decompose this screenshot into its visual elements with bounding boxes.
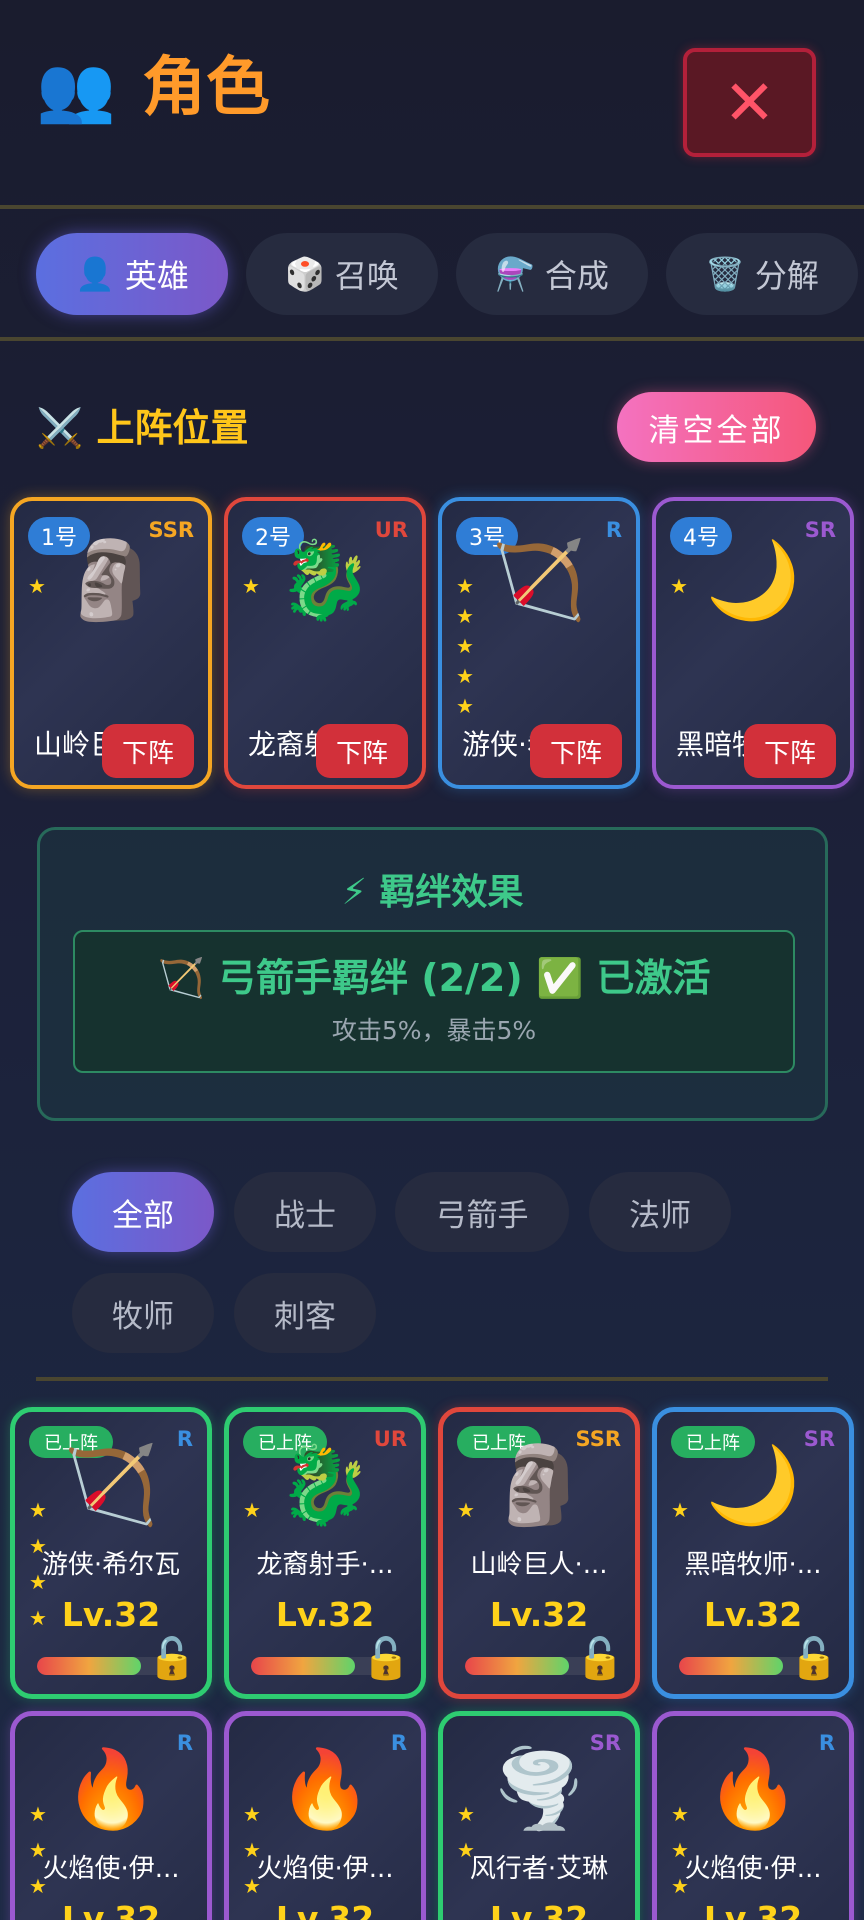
header: 👥 角色 ✕	[0, 0, 864, 205]
dice-icon: 🎲	[285, 255, 325, 293]
page-title: 角色	[142, 51, 270, 125]
star-rating: ★ ★ ★ ★ ★	[456, 571, 474, 721]
tab-heroes[interactable]: 👤 英雄	[36, 233, 228, 315]
lineup-slot[interactable]: 4号 SR 🌙 ★ 黑暗牧师·... 下阵	[652, 497, 854, 789]
hero-level: Lv.32	[275, 1899, 375, 1920]
filter-priest[interactable]: 牧师	[72, 1273, 214, 1353]
star-icon: ★	[242, 574, 260, 598]
trash-icon: 🗑️	[705, 255, 745, 293]
person-icon: 👤	[75, 255, 115, 293]
filter-all[interactable]: 全部	[72, 1172, 214, 1252]
star-icon: ★	[243, 1802, 261, 1826]
star-icon: ★	[671, 1498, 689, 1522]
hero-name: 火焰使·伊...	[256, 1854, 394, 1884]
clear-all-button[interactable]: 清空全部	[617, 392, 816, 462]
hero-card[interactable]: 已上阵 UR 🐉 ★ 龙裔射手·... Lv.32 🔓	[224, 1407, 426, 1699]
hero-card[interactable]: R 🔥 ★ ★ ★ 火焰使·伊... Lv.32	[224, 1711, 426, 1920]
remove-from-lineup-button[interactable]: 下阵	[744, 724, 836, 778]
star-icon: ★	[456, 634, 474, 658]
star-rating: ★	[28, 571, 46, 601]
unlock-icon[interactable]: 🔓	[361, 1634, 411, 1684]
flask-icon: ⚗️	[495, 255, 535, 293]
star-icon: ★	[243, 1498, 261, 1522]
bond-item: 🏹 弓箭手羁绊 (2/2) ✅ 已激活 攻击5%，暴击5%	[73, 930, 795, 1073]
hero-name: 游侠·希尔瓦	[41, 1550, 181, 1580]
tabs-divider	[0, 337, 864, 341]
lineup-slot[interactable]: 2号 UR 🐉 ★ 龙裔射手·... 下阵	[224, 497, 426, 789]
hero-card[interactable]: 已上阵 SSR 🗿 ★ 山岭巨人·... Lv.32 🔓	[438, 1407, 640, 1699]
bond-panel: ⚡ 羁绊效果 🏹 弓箭手羁绊 (2/2) ✅ 已激活 攻击5%，暴击5%	[37, 827, 828, 1121]
star-icon: ★	[457, 1802, 475, 1826]
hero-card[interactable]: R 🔥 ★ ★ ★ 火焰使·伊... Lv.32	[10, 1711, 212, 1920]
users-icon: 👥	[36, 53, 116, 127]
filter-archer[interactable]: 弓箭手	[395, 1172, 569, 1252]
exp-fill	[37, 1657, 141, 1675]
filter-mage[interactable]: 法师	[589, 1172, 731, 1252]
remove-from-lineup-button[interactable]: 下阵	[102, 724, 194, 778]
hero-name: 黑暗牧师·...	[684, 1550, 822, 1580]
close-icon: ✕	[723, 65, 776, 139]
tab-label: 合成	[544, 257, 609, 295]
tab-label: 英雄	[124, 257, 189, 295]
exp-fill	[679, 1657, 783, 1675]
star-icon: ★	[456, 604, 474, 628]
tab-label: 召唤	[334, 257, 399, 295]
star-icon: ★	[28, 574, 46, 598]
star-icon: ★	[671, 1802, 689, 1826]
star-icon: ★	[670, 574, 688, 598]
unlock-icon[interactable]: 🔓	[789, 1634, 839, 1684]
star-icon: ★	[456, 664, 474, 688]
unlock-icon[interactable]: 🔓	[147, 1634, 197, 1684]
lineup-slot[interactable]: 3号 R 🏹 ★★★★★ 游侠·希尔... 下阵	[438, 497, 640, 789]
bond-title: ⚡ 羁绊效果	[341, 872, 524, 913]
hero-level: Lv.32	[703, 1899, 803, 1920]
header-divider	[0, 205, 864, 209]
bond-effect: 攻击5%，暴击5%	[331, 1016, 537, 1045]
hero-level: Lv.32	[61, 1595, 161, 1634]
hero-card[interactable]: R 🔥 ★ ★ ★ 火焰使·伊... Lv.32	[652, 1711, 854, 1920]
star-icon: ★	[29, 1498, 47, 1522]
hero-level: Lv.32	[703, 1595, 803, 1634]
list-divider	[36, 1377, 828, 1381]
hero-level: Lv.32	[489, 1899, 589, 1920]
tab-synthesis[interactable]: ⚗️ 合成	[456, 233, 648, 315]
exp-fill	[251, 1657, 355, 1675]
role-screen: 👥 角色 ✕ 👤 英雄 🎲 召唤 ⚗️ 合成 🗑️ 分解 ⚔️ 上阵位置 清空全…	[0, 0, 864, 1920]
unlock-icon[interactable]: 🔓	[575, 1634, 625, 1684]
exp-fill	[465, 1657, 569, 1675]
hero-name: 风行者·艾琳	[469, 1854, 609, 1884]
close-button[interactable]: ✕	[683, 48, 816, 157]
hero-name: 火焰使·伊...	[684, 1854, 822, 1884]
hero-card[interactable]: SR 🌪️ ★ ★ 风行者·艾琳 Lv.32	[438, 1711, 640, 1920]
tab-summon[interactable]: 🎲 召唤	[246, 233, 438, 315]
star-icon: ★	[456, 694, 474, 718]
filter-assassin[interactable]: 刺客	[234, 1273, 376, 1353]
star-rating: ★	[670, 571, 688, 601]
tab-decompose[interactable]: 🗑️ 分解	[666, 233, 858, 315]
star-rating: ★	[243, 1492, 261, 1528]
hero-level: Lv.32	[275, 1595, 375, 1634]
filter-warrior[interactable]: 战士	[234, 1172, 376, 1252]
hero-level: Lv.32	[61, 1899, 161, 1920]
hero-card[interactable]: 已上阵 SR 🌙 ★ 黑暗牧师·... Lv.32 🔓	[652, 1407, 854, 1699]
star-icon: ★	[457, 1498, 475, 1522]
hero-card[interactable]: 已上阵 R 🏹 ★ ★ ★ ★ 游侠·希尔瓦 Lv.32 🔓	[10, 1407, 212, 1699]
hero-name: 火焰使·伊...	[42, 1854, 180, 1884]
remove-from-lineup-button[interactable]: 下阵	[316, 724, 408, 778]
remove-from-lineup-button[interactable]: 下阵	[530, 724, 622, 778]
tab-bar: 👤 英雄 🎲 召唤 ⚗️ 合成 🗑️ 分解	[0, 233, 864, 315]
lineup-title: ⚔️ 上阵位置	[36, 406, 249, 450]
lineup-slot[interactable]: 1号 SSR 🗿 ★ 山岭巨人·... 下阵	[10, 497, 212, 789]
hero-name: 龙裔射手·...	[256, 1550, 394, 1580]
star-rating: ★	[457, 1492, 475, 1528]
hero-level: Lv.32	[489, 1595, 589, 1634]
star-icon: ★	[29, 1802, 47, 1826]
bond-name: 🏹 弓箭手羁绊 (2/2) ✅ 已激活	[157, 956, 711, 1000]
tab-label: 分解	[754, 257, 819, 295]
hero-name: 山岭巨人·...	[470, 1550, 608, 1580]
star-rating: ★	[671, 1492, 689, 1528]
star-rating: ★	[242, 571, 260, 601]
star-icon: ★	[456, 574, 474, 598]
